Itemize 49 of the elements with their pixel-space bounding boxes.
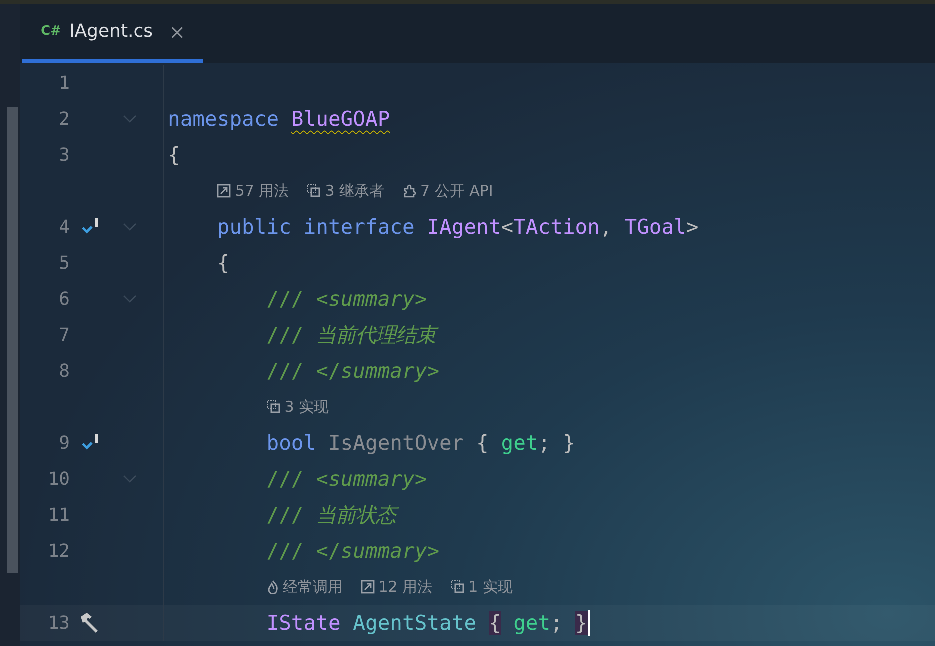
scrollbar-thumb[interactable] bbox=[7, 107, 18, 573]
hint-label: 3 实现 bbox=[284, 398, 330, 416]
line-number: 2 bbox=[58, 108, 70, 130]
hint-label: 12 用法 bbox=[378, 578, 433, 596]
code-line: /// 当前代理结束 bbox=[168, 321, 436, 349]
squares-icon bbox=[450, 580, 465, 594]
line-number: 4 bbox=[58, 216, 70, 238]
fold-chevron-icon[interactable] bbox=[123, 475, 137, 483]
code-line: public interface IAgent<TAction, TGoal> bbox=[216, 215, 699, 239]
line-number: 5 bbox=[58, 252, 70, 274]
flame-icon bbox=[266, 580, 279, 594]
code-line: /// 当前状态 bbox=[168, 501, 396, 529]
line-number: 11 bbox=[47, 504, 70, 526]
code-line: /// <summary> bbox=[266, 287, 428, 311]
line-number: 10 bbox=[47, 468, 70, 490]
code-line: { bbox=[168, 143, 180, 167]
line-number: 8 bbox=[58, 360, 70, 382]
usages-icon bbox=[217, 184, 232, 198]
squares-icon bbox=[307, 184, 322, 198]
hint-label: 1 实现 bbox=[468, 578, 513, 596]
code-line: /// </summary> bbox=[266, 359, 440, 383]
hint-label: 7 公开 API bbox=[420, 182, 494, 200]
code-line: /// <summary> bbox=[266, 467, 428, 491]
close-icon[interactable]: × bbox=[169, 20, 186, 44]
tab-title: IAgent.cs bbox=[69, 21, 154, 42]
puzzle-icon bbox=[402, 184, 417, 198]
code-line: IState AgentState { get; } bbox=[266, 611, 588, 635]
text-cursor bbox=[588, 610, 590, 636]
code-line: /// </summary> bbox=[266, 539, 440, 563]
code-line: namespace BlueGOAP bbox=[168, 107, 390, 131]
line-number: 9 bbox=[58, 432, 70, 454]
line-number: 7 bbox=[58, 324, 70, 346]
line-number: 12 bbox=[47, 540, 70, 562]
fold-chevron-icon[interactable] bbox=[123, 223, 137, 231]
line-number: 1 bbox=[58, 72, 70, 94]
hint-label: 3 继承者 bbox=[325, 182, 385, 200]
line-number: 3 bbox=[58, 144, 70, 166]
fold-chevron-icon[interactable] bbox=[123, 295, 137, 303]
csharp-file-icon: C# bbox=[41, 24, 62, 39]
usages-icon bbox=[360, 580, 375, 594]
line-number: 6 bbox=[58, 288, 70, 310]
code-line: bool IsAgentOver { get; } bbox=[266, 431, 576, 455]
code-line: { bbox=[216, 251, 230, 275]
hint-label: 经常调用 bbox=[282, 578, 343, 596]
squares-icon bbox=[266, 400, 281, 414]
hint-label: 57 用法 bbox=[235, 182, 290, 200]
file-tab[interactable]: C# IAgent.cs × bbox=[22, 4, 203, 63]
line-number: 13 bbox=[47, 612, 70, 634]
fold-chevron-icon[interactable] bbox=[123, 115, 137, 123]
